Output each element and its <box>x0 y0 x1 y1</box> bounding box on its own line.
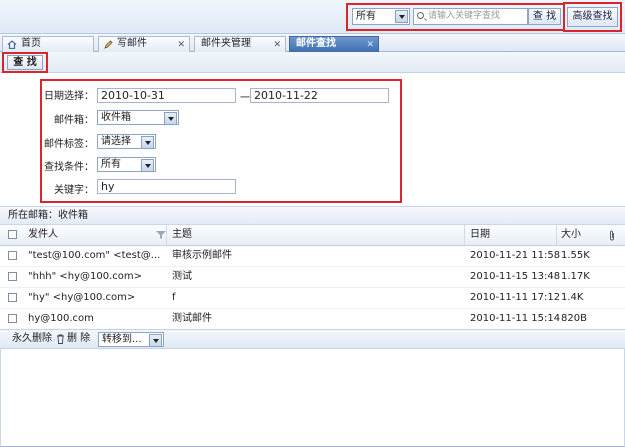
tab-label: 首页 <box>21 38 41 49</box>
date-separator: 一 <box>240 93 250 104</box>
close-icon[interactable]: ✕ <box>366 38 374 52</box>
row-sender: hy@100.com <box>28 313 94 324</box>
table-row[interactable]: "hhh" <hy@100.com> 测试 2010-11-15 13:48 1… <box>0 267 625 288</box>
row-subject: 测试邮件 <box>172 313 212 324</box>
mailbox-location: 所在邮箱：收件箱 <box>0 206 625 225</box>
chevron-down-icon <box>141 159 154 172</box>
permanent-delete-button[interactable]: 永久删除 <box>12 330 52 348</box>
tag-label: 邮件标签： <box>44 139 94 150</box>
row-subject: 审核示例邮件 <box>172 250 232 261</box>
table-row[interactable]: hy@100.com 测试邮件 2010-11-11 15:14 820B <box>0 309 625 330</box>
row-subject: f <box>172 292 176 303</box>
highlight-box <box>563 2 622 32</box>
tab-strip: 首页 写邮件 ✕ 邮件夹管理 ✕ 邮件查找 ✕ <box>0 34 625 52</box>
tab-compose[interactable]: 写邮件 ✕ <box>98 36 190 52</box>
tab-label: 邮件夹管理 <box>201 38 251 49</box>
column-divider <box>556 225 557 245</box>
mailbox-label: 邮件箱： <box>54 115 94 126</box>
row-size: 1.4K <box>561 292 584 303</box>
list-action-bar: 永久删除 删 除 转移到... <box>0 329 625 349</box>
row-date: 2010-11-21 11:58 <box>470 250 561 261</box>
row-subject: 测试 <box>172 271 192 282</box>
row-checkbox[interactable] <box>8 251 17 260</box>
attachment-icon <box>610 230 614 241</box>
select-all-checkbox[interactable] <box>8 230 17 239</box>
chevron-down-icon <box>141 136 154 149</box>
mailbox-value: 收件箱 <box>101 112 131 123</box>
highlight-box <box>2 52 48 73</box>
trash-icon <box>57 334 64 344</box>
toolbar: 查 找 <box>0 52 625 73</box>
header-subject[interactable]: 主题 <box>172 225 192 245</box>
date-from-field[interactable]: 2010-10-31 <box>97 88 236 103</box>
tag-value: 请选择 <box>101 136 131 147</box>
row-sender: "hhh" <hy@100.com> <box>28 271 143 282</box>
table-row[interactable]: "hy" <hy@100.com> f 2010-11-11 17:12 1.4… <box>0 288 625 309</box>
condition-select[interactable]: 所有 <box>97 157 156 172</box>
row-sender: "hy" <hy@100.com> <box>28 292 136 303</box>
table-row[interactable]: "test@100.com" <test@... 审核示例邮件 2010-11-… <box>0 246 625 267</box>
chevron-down-icon <box>149 334 162 347</box>
date-label: 日期选择： <box>44 91 94 102</box>
tab-label: 邮件查找 <box>296 38 336 49</box>
row-size: 1.55K <box>561 250 590 261</box>
header-date[interactable]: 日期 <box>470 225 490 245</box>
close-icon[interactable]: ✕ <box>177 38 185 52</box>
close-icon[interactable]: ✕ <box>273 38 281 52</box>
top-search-bar: 所有 请输入关键字查找 查 找 高级查找 <box>0 0 625 34</box>
mailbox-select[interactable]: 收件箱 <box>97 110 179 125</box>
filter-icon[interactable] <box>156 231 166 239</box>
tab-mail-search[interactable]: 邮件查找 ✕ <box>289 36 379 52</box>
row-date: 2010-11-11 17:12 <box>470 292 561 303</box>
tab-home[interactable]: 首页 <box>2 36 94 52</box>
table-header: 发件人 主题 日期 大小 <box>0 225 625 246</box>
row-size: 820B <box>561 313 587 324</box>
condition-value: 所有 <box>101 159 121 170</box>
search-form: 日期选择： 2010-10-31 一 2010-11-22 邮件箱： 收件箱 邮… <box>0 73 625 206</box>
keyword-label: 关键字： <box>54 185 94 196</box>
row-checkbox[interactable] <box>8 293 17 302</box>
date-to-field[interactable]: 2010-11-22 <box>250 88 389 103</box>
home-icon <box>7 40 17 49</box>
row-checkbox[interactable] <box>8 314 17 323</box>
list-empty-area <box>0 349 625 447</box>
condition-label: 查找条件： <box>44 162 94 173</box>
tag-select[interactable]: 请选择 <box>97 134 156 149</box>
row-date: 2010-11-11 15:14 <box>470 313 561 324</box>
column-divider <box>464 225 465 245</box>
row-checkbox[interactable] <box>8 272 17 281</box>
column-divider <box>166 225 167 245</box>
row-date: 2010-11-15 13:48 <box>470 271 561 282</box>
row-size: 1.17K <box>561 271 590 282</box>
move-to-value: 转移到... <box>102 334 142 345</box>
tab-label: 写邮件 <box>117 38 147 49</box>
delete-button[interactable]: 删 除 <box>67 330 90 348</box>
row-sender: "test@100.com" <test@... <box>28 250 161 261</box>
header-sender[interactable]: 发件人 <box>28 225 58 245</box>
keyword-field[interactable]: hy <box>97 179 236 194</box>
chevron-down-icon <box>164 112 177 125</box>
tab-folder-manage[interactable]: 邮件夹管理 ✕ <box>194 36 286 52</box>
move-to-select[interactable]: 转移到... <box>98 332 164 347</box>
header-size[interactable]: 大小 <box>561 225 581 245</box>
pencil-icon <box>104 40 113 49</box>
highlight-box <box>346 3 565 31</box>
